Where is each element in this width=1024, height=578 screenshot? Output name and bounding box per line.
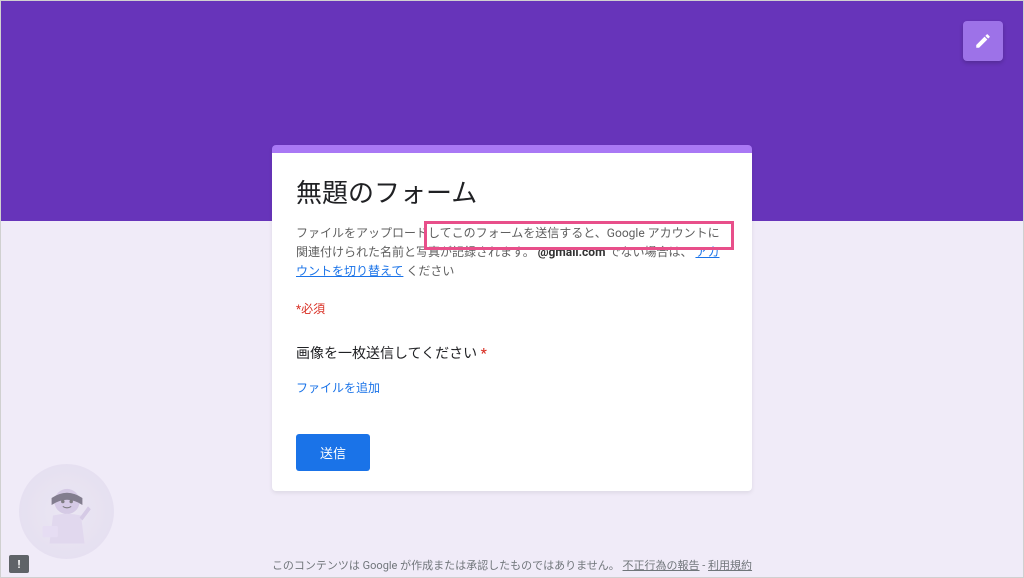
- required-asterisk: *: [481, 346, 487, 362]
- pencil-icon: [974, 32, 992, 50]
- footer-disclaimer: このコンテンツは Google が作成または承認したものではありません。 不正行…: [1, 557, 1023, 573]
- question-text: 画像を一枚送信してください: [296, 346, 477, 362]
- edit-form-button[interactable]: [963, 21, 1003, 61]
- terms-link[interactable]: 利用規約: [708, 559, 752, 572]
- add-file-button[interactable]: ファイルを追加: [296, 379, 380, 396]
- email-suffix: でない場合は、: [608, 245, 692, 259]
- required-indicator: *必須: [296, 300, 728, 317]
- disclaimer-text: このコンテンツは Google が作成または承認したものではありません。: [272, 559, 620, 572]
- form-description: ファイルをアップロードしてこのフォームを送信すると、Google アカウントに関…: [296, 224, 728, 282]
- report-abuse-link[interactable]: 不正行為の報告: [623, 559, 700, 572]
- form-content: 無題のフォーム ファイルをアップロードしてこのフォームを送信すると、Google…: [272, 153, 752, 491]
- avatar-illustration: [19, 464, 114, 559]
- question-label: 画像を一枚送信してください *: [296, 343, 728, 363]
- email-text: @gmail.com: [538, 245, 606, 259]
- cartoon-avatar-icon: [32, 477, 102, 547]
- form-title: 無題のフォーム: [296, 173, 728, 210]
- description-text-2: ください: [406, 264, 454, 278]
- submit-button[interactable]: 送信: [296, 434, 370, 471]
- form-card: 無題のフォーム ファイルをアップロードしてこのフォームを送信すると、Google…: [272, 145, 752, 491]
